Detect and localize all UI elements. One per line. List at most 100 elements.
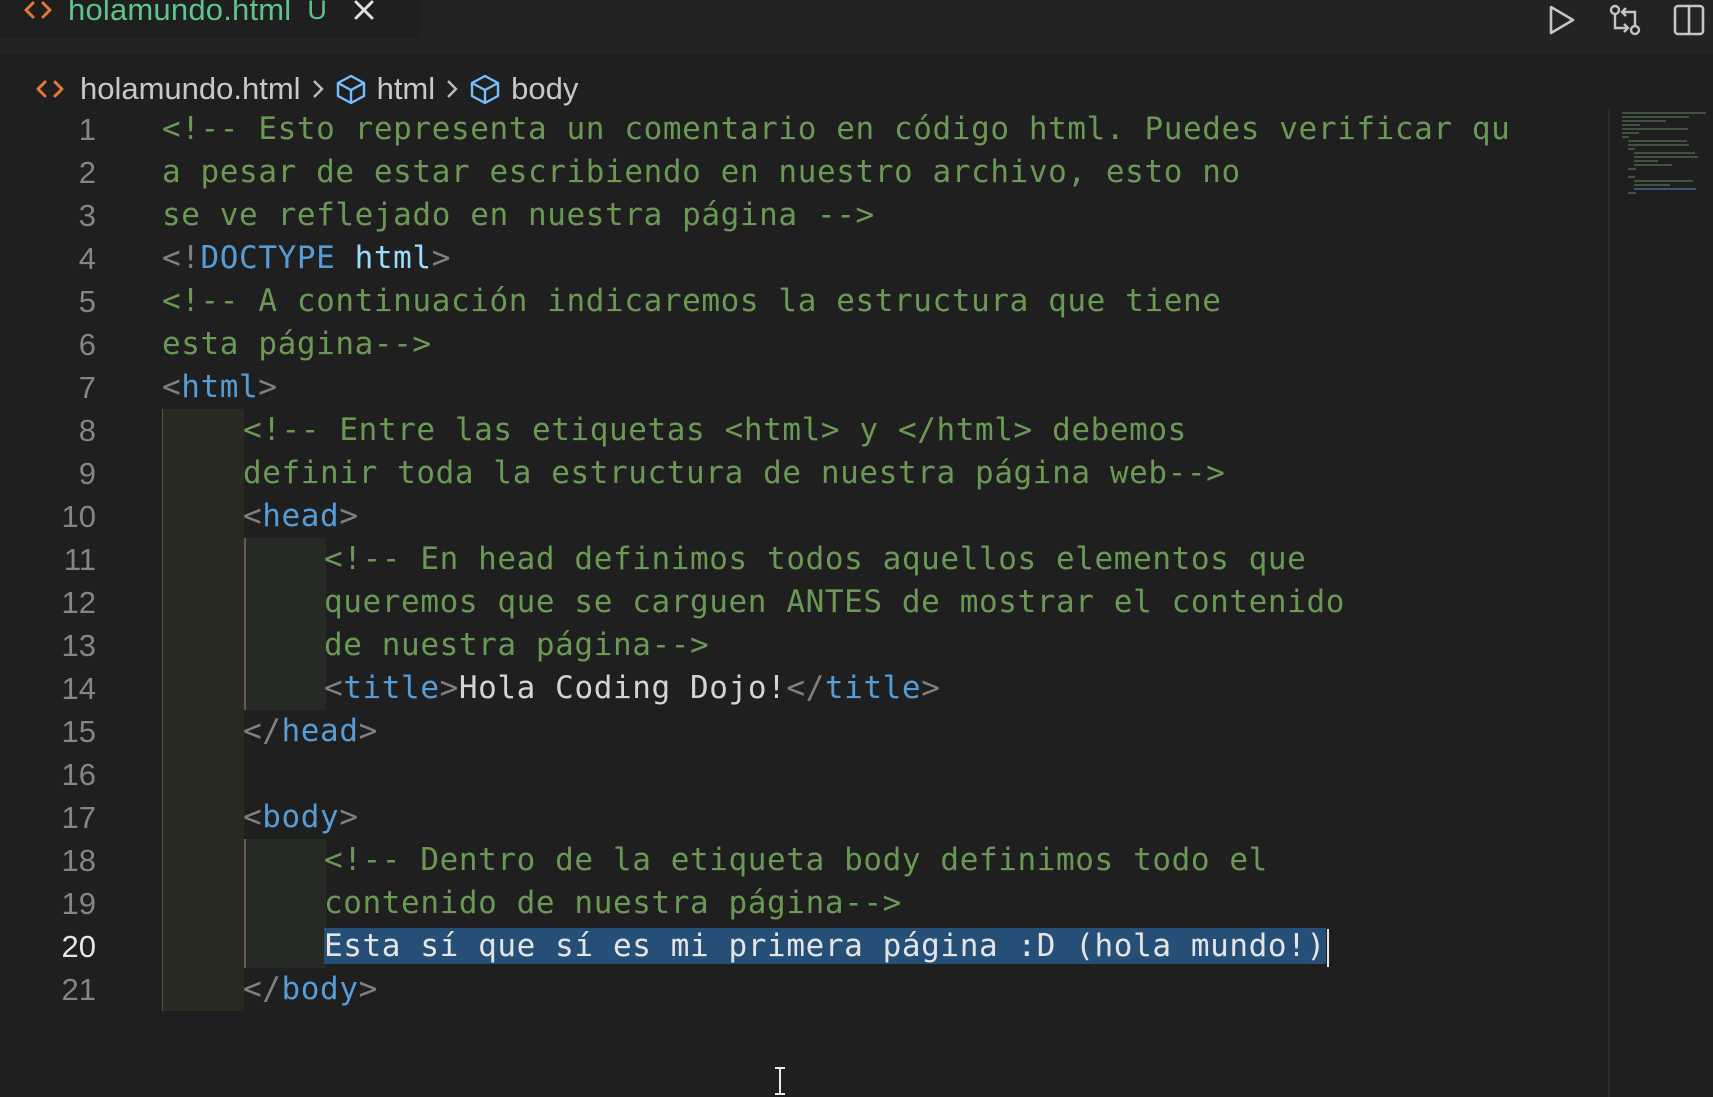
indent-guide [162,882,244,925]
code-token: <!-- Entre las etiquetas <html> y </html… [243,412,1187,448]
code-token: > [339,799,359,835]
close-icon[interactable] [351,0,377,23]
code-line[interactable]: 19 contenido de nuestra página--> [0,882,1608,925]
code-line[interactable]: 8 <!-- Entre las etiquetas <html> y </htm… [0,409,1608,452]
minimap-line [1628,176,1635,178]
minimap-line [1634,184,1670,186]
code-text: </body> [243,968,378,1011]
minimap-line [1634,188,1696,190]
indent-guide [162,839,244,882]
line-number: 1 [78,112,96,147]
breadcrumb-file[interactable]: holamundo.html [80,71,301,107]
code-line[interactable]: 2 a pesar de estar escribiendo en nuestro… [0,151,1608,194]
minimap-line [1622,120,1666,122]
code-text: <head> [243,495,359,538]
split-editor-icon[interactable] [1665,0,1713,40]
indent-guide [162,624,244,667]
code-token: body [262,799,340,835]
code-editor[interactable]: 1 <!-- Esto representa un comentario en c… [0,108,1608,1097]
text-caret [1326,928,1329,967]
code-line[interactable]: 15 </head> [0,710,1608,753]
minimap-line [1634,160,1658,162]
minimap-line [1622,132,1639,134]
tab-git-status: U [307,0,327,25]
code-token: > [339,498,359,534]
code-line[interactable]: 1 <!-- Esto representa un comentario en c… [0,108,1608,151]
code-text: <html> [162,366,278,409]
minimap-line [1634,164,1672,166]
code-token: <! [162,240,201,276]
code-line[interactable]: 9 definir toda la estructura de nuestra p… [0,452,1608,495]
code-line[interactable]: 10 <head> [0,495,1608,538]
code-token: head [281,713,359,749]
indent-guide [162,581,244,624]
minimap-line [1622,128,1688,130]
compare-changes-icon[interactable] [1601,0,1649,40]
code-text: esta página--> [162,323,432,366]
indent-guide [162,667,244,710]
code-token: se ve reflejado en nuestra página --> [162,197,875,233]
indent-guide [162,925,244,968]
minimap[interactable] [1608,108,1713,1097]
selected-text: Esta sí que sí es mi primera página :D (… [324,928,1326,964]
code-token: </ [243,971,282,1007]
line-number: 16 [61,757,96,792]
indent-guide [244,624,326,667]
line-number: 18 [61,843,96,878]
code-token: < [162,369,182,405]
code-text: <!-- En head definimos todos aquellos el… [324,538,1306,581]
code-text: queremos que se carguen ANTES de mostrar… [324,581,1345,624]
code-line[interactable]: 13 de nuestra página--> [0,624,1608,667]
line-number: 11 [63,542,96,577]
code-line[interactable]: 18 <!-- Dentro de la etiqueta body defini… [0,839,1608,882]
line-number: 17 [61,800,96,835]
breadcrumb-body[interactable]: body [511,71,578,107]
code-line[interactable]: 14 <title>Hola Coding Dojo!</title> [0,667,1608,710]
minimap-line [1634,156,1698,158]
code-line[interactable]: 5 <!-- A continuación indicaremos la estr… [0,280,1608,323]
code-text: <!-- Esto representa un comentario en có… [162,108,1510,151]
code-token: < [243,799,263,835]
code-line[interactable]: 6 esta página--> [0,323,1608,366]
indent-guide [162,710,244,753]
code-line[interactable]: 20 Esta sí que sí es mi primera página :D… [0,925,1608,968]
line-number: 5 [78,284,96,319]
code-token: <!-- A continuación indicaremos la estru… [162,283,1222,319]
code-line[interactable]: 17 <body> [0,796,1608,839]
line-number: 6 [78,327,96,362]
minimap-line [1634,152,1695,154]
indent-guide [244,925,326,968]
code-token: <!-- Esto representa un comentario en có… [162,111,1511,147]
line-number: 15 [61,714,96,749]
code-token: DOCTYPE [200,240,336,276]
tab-bar: holamundo.html U [0,0,1713,54]
html-file-icon [24,0,54,20]
line-number: 9 [78,456,96,491]
text-cursor-icon [773,1066,787,1096]
indent-guide [162,495,244,538]
code-token: body [281,971,359,1007]
code-text: <body> [243,796,359,839]
code-line[interactable]: 7 <html> [0,366,1608,409]
minimap-line [1622,136,1629,138]
run-icon[interactable] [1537,0,1585,40]
minimap-line [1628,144,1689,146]
code-line[interactable]: 11 <!-- En head definimos todos aquellos … [0,538,1608,581]
code-token: head [262,498,340,534]
code-line[interactable]: 3 se ve reflejado en nuestra página --> [0,194,1608,237]
code-token: </ [786,670,825,706]
code-text: contenido de nuestra página--> [324,882,902,925]
code-line[interactable]: 21 </body> [0,968,1608,1011]
code-text: <title>Hola Coding Dojo!</title> [324,667,940,710]
code-text: <!-- Dentro de la etiqueta body definimo… [324,839,1268,882]
code-line[interactable]: 4 <!DOCTYPE html> [0,237,1608,280]
code-line[interactable]: 12 queremos que se carguen ANTES de mostr… [0,581,1608,624]
code-token: queremos que se carguen ANTES de mostrar… [324,584,1345,620]
minimap-line [1628,192,1636,194]
chevron-right-icon [443,77,461,101]
code-token: > [921,670,941,706]
code-line[interactable]: 16 [0,753,1608,796]
tab-holamundo[interactable]: holamundo.html U [0,0,420,38]
breadcrumb-html[interactable]: html [377,71,436,107]
